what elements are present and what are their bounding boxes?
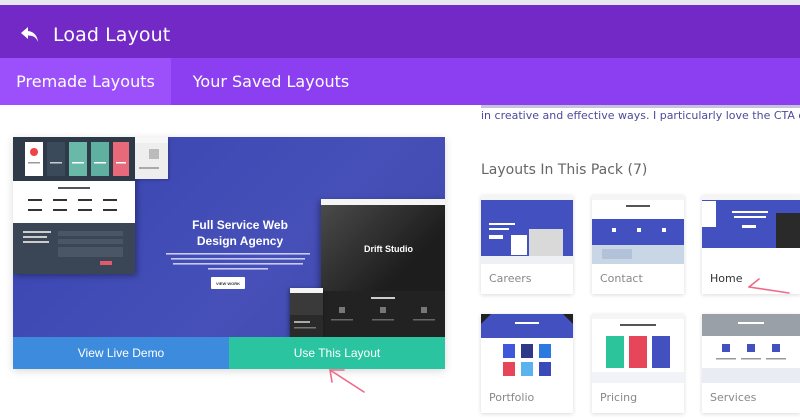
layout-thumb-careers[interactable]: Careers (481, 195, 573, 294)
mock-page-right: Drift Studio (321, 199, 445, 337)
layouts-in-pack-title: Layouts In This Pack (7) (481, 162, 648, 178)
mock-pricing-tiles (25, 142, 129, 176)
layout-thumb-contact[interactable]: Contact (592, 195, 684, 294)
thumb-label-portfolio: Portfolio (489, 391, 535, 404)
mock-small-content (135, 137, 168, 169)
thumb-image-home (702, 195, 800, 264)
thumb-portfolio-art (481, 314, 573, 376)
annotation-arrow-home-icon (748, 278, 790, 294)
modal-title: Load Layout (53, 24, 171, 46)
hero-title-line-1: Full Service Web (192, 218, 288, 232)
thumb-label-pricing: Pricing (600, 391, 638, 404)
thumb-services-art (702, 314, 800, 383)
thumb-image-contact (592, 195, 684, 264)
hero-title-line-2: Design Agency (196, 234, 284, 248)
mock-page-left (13, 137, 135, 274)
mock-contact-section (13, 223, 135, 274)
thumb-image-services (702, 314, 800, 383)
mock-right-title: Drift Studio (364, 244, 413, 254)
hero-description-lines (166, 253, 310, 270)
thumb-home-art (702, 195, 800, 264)
thumb-image-pricing (592, 314, 684, 383)
thumb-label-contact: Contact (600, 272, 643, 285)
thumb-label-home: Home (710, 272, 743, 285)
mock-partner-logos (28, 187, 117, 211)
thumb-careers-art (481, 195, 573, 264)
mock-mid-content (290, 293, 323, 329)
layout-thumb-services[interactable]: Services (702, 314, 800, 413)
thumb-image-portfolio (481, 314, 573, 383)
mock-page-mid (290, 288, 323, 337)
thumb-label-services: Services (710, 391, 757, 404)
thumb-pricing-art (592, 314, 684, 383)
hero-title: Full Service Web Design Agency (165, 217, 315, 249)
undo-arrow-icon[interactable] (20, 26, 40, 44)
layout-description: in creative and effective ways. I partic… (481, 109, 800, 122)
view-live-demo-button[interactable]: View Live Demo (13, 337, 229, 369)
mock-contact-form (23, 231, 123, 265)
layout-preview-card: Full Service Web Design Agency VIEW WORK… (13, 137, 445, 369)
tab-premade-layouts[interactable]: Premade Layouts (0, 58, 171, 105)
layout-thumb-pricing[interactable]: Pricing (592, 314, 684, 413)
layout-thumb-portfolio[interactable]: Portfolio (481, 314, 573, 413)
thumb-image-careers (481, 195, 573, 264)
layout-tabs: Premade Layouts Your Saved Layouts (0, 58, 800, 105)
annotation-arrow-icon (329, 369, 365, 393)
thumb-contact-art (592, 195, 684, 264)
mock-right-features (331, 297, 435, 321)
mock-page-small (135, 137, 168, 179)
thumb-label-careers: Careers (489, 272, 532, 285)
tab-saved-layouts[interactable]: Your Saved Layouts (171, 58, 371, 105)
modal-header: Load Layout (0, 5, 800, 58)
mock-header-strip (13, 137, 135, 181)
layout-preview-image: Full Service Web Design Agency VIEW WORK… (13, 137, 445, 337)
hero-view-work-button: VIEW WORK (211, 277, 245, 289)
